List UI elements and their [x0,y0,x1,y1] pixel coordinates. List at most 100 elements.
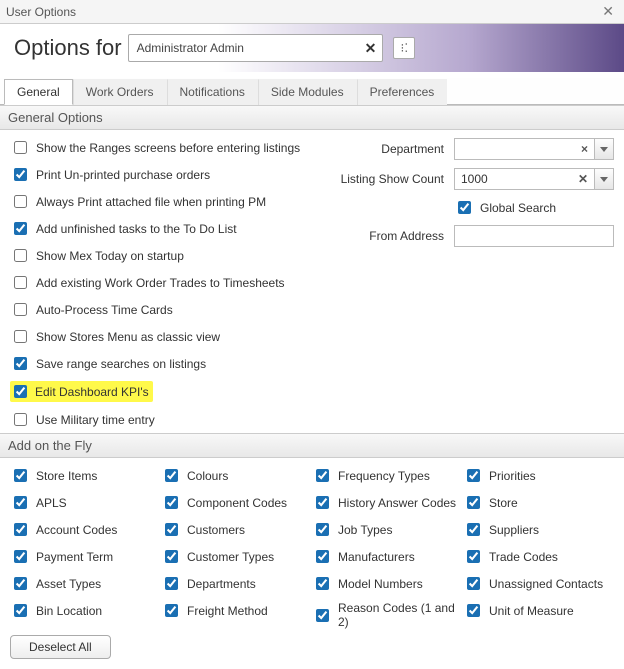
addonfly-checkbox[interactable]: Reason Codes (1 and 2) [312,601,463,629]
option-checkbox[interactable]: Auto-Process Time Cards [10,300,332,319]
checkbox-input[interactable] [14,168,27,181]
addonfly-checkbox[interactable]: Store Items [10,466,161,485]
department-input[interactable]: × [454,138,594,160]
checkbox-input[interactable] [14,195,27,208]
listing-count-combo[interactable]: 1000 ✕ [454,168,614,190]
label-listing-count: Listing Show Count [332,172,450,186]
checkbox-input[interactable] [467,496,480,509]
checkbox-input[interactable] [14,577,27,590]
addonfly-checkbox[interactable]: Model Numbers [312,574,463,593]
checkbox-input[interactable] [14,330,27,343]
addonfly-checkbox[interactable]: Store [463,493,614,512]
checkbox-input[interactable] [14,604,27,617]
checkbox-input[interactable] [316,609,329,622]
checkbox-input[interactable] [165,469,178,482]
checkbox-input[interactable] [14,523,27,536]
checkbox-input[interactable] [467,469,480,482]
option-checkbox[interactable]: Add unfinished tasks to the To Do List [10,219,332,238]
addonfly-checkbox[interactable]: Frequency Types [312,466,463,485]
global-search-input[interactable] [458,201,471,214]
addonfly-checkbox[interactable]: Job Types [312,520,463,539]
checkbox-input[interactable] [316,550,329,563]
checkbox-input[interactable] [316,469,329,482]
checkbox-input[interactable] [14,303,27,316]
addonfly-checkbox[interactable]: APLS [10,493,161,512]
listing-count-dropdown-button[interactable] [594,168,614,190]
tab-general[interactable]: General [4,79,73,105]
checkbox-input[interactable] [14,550,27,563]
global-search-checkbox[interactable]: Global Search [454,198,556,217]
option-checkbox[interactable]: Print Un-printed purchase orders [10,165,332,184]
checkbox-input[interactable] [467,577,480,590]
checkbox-input[interactable] [14,222,27,235]
checkbox-input[interactable] [316,496,329,509]
addonfly-body: Store Items APLS Account Codes Payment Term… [0,458,624,635]
addonfly-checkbox[interactable]: Suppliers [463,520,614,539]
listing-count-clear-icon[interactable]: ✕ [578,172,588,186]
option-checkbox[interactable]: Use Military time entry [10,410,332,429]
addonfly-checkbox[interactable]: Freight Method [161,601,312,620]
addonfly-checkbox[interactable]: Customers [161,520,312,539]
addonfly-checkbox[interactable]: Bin Location [10,601,161,620]
department-combo[interactable]: × [454,138,614,160]
checkbox-input[interactable] [165,550,178,563]
tab-side-modules[interactable]: Side Modules [258,79,357,105]
addonfly-checkbox[interactable]: History Answer Codes [312,493,463,512]
deselect-all-button[interactable]: Deselect All [10,635,111,659]
checkbox-input[interactable] [14,141,27,154]
addonfly-checkbox[interactable]: Payment Term [10,547,161,566]
addonfly-checkbox[interactable]: Unit of Measure [463,601,614,620]
checkbox-label: Frequency Types [338,469,430,483]
checkbox-input[interactable] [14,469,27,482]
tab-notifications[interactable]: Notifications [167,79,258,105]
checkbox-label: Unassigned Contacts [489,577,603,591]
addonfly-checkbox[interactable]: Account Codes [10,520,161,539]
option-checkbox[interactable]: Show the Ranges screens before entering … [10,138,332,157]
tab-work-orders[interactable]: Work Orders [73,79,167,105]
option-checkbox[interactable]: Edit Dashboard KPI's [10,381,332,402]
checkbox-input[interactable] [14,276,27,289]
checkbox-input[interactable] [316,577,329,590]
checkbox-input[interactable] [165,496,178,509]
checkbox-input[interactable] [316,523,329,536]
addonfly-checkbox[interactable]: Component Codes [161,493,312,512]
department-dropdown-button[interactable] [594,138,614,160]
user-picker[interactable]: Administrator Admin ✕ [128,34,384,62]
option-checkbox[interactable]: Add existing Work Order Trades to Timesh… [10,273,332,292]
checkbox-input[interactable] [14,357,27,370]
from-address-input[interactable] [454,225,614,247]
addonfly-checkbox[interactable]: Colours [161,466,312,485]
clear-user-icon[interactable]: ✕ [359,40,383,57]
user-lookup-button[interactable]: ⁝⁚ [393,37,415,59]
checkbox-input[interactable] [467,550,480,563]
row-listing-show-count: Listing Show Count 1000 ✕ [332,168,614,190]
checkbox-input[interactable] [14,496,27,509]
addonfly-checkbox[interactable]: Priorities [463,466,614,485]
option-checkbox[interactable]: Show Stores Menu as classic view [10,327,332,346]
addonfly-checkbox[interactable]: Departments [161,574,312,593]
department-clear-icon[interactable]: × [581,142,588,156]
checkbox-input[interactable] [467,523,480,536]
option-checkbox[interactable]: Show Mex Today on startup [10,246,332,265]
option-checkbox[interactable]: Save range searches on listings [10,354,332,373]
checkbox-input[interactable] [14,249,27,262]
tab-preferences[interactable]: Preferences [357,79,448,105]
listing-count-input[interactable]: 1000 ✕ [454,168,594,190]
addonfly-checkbox[interactable]: Unassigned Contacts [463,574,614,593]
checkbox-label: Customers [187,523,245,537]
addonfly-checkbox[interactable]: Asset Types [10,574,161,593]
addonfly-checkbox[interactable]: Customer Types [161,547,312,566]
option-checkbox[interactable]: Always Print attached file when printing… [10,192,332,211]
addonfly-checkbox[interactable]: Manufacturers [312,547,463,566]
general-fields: Department × Listing Show Count 1000 ✕ [332,138,614,429]
addonfly-checkbox[interactable]: Trade Codes [463,547,614,566]
checkbox-input[interactable] [165,604,178,617]
checkbox-input[interactable] [165,577,178,590]
checkbox-input[interactable] [14,413,27,426]
checkbox-input[interactable] [165,523,178,536]
checkbox-input[interactable] [467,604,480,617]
checkbox-input[interactable] [14,385,27,398]
highlighted-option[interactable]: Edit Dashboard KPI's [10,381,153,402]
close-icon[interactable]: ✕ [598,3,618,20]
checkbox-label: Priorities [489,469,536,483]
